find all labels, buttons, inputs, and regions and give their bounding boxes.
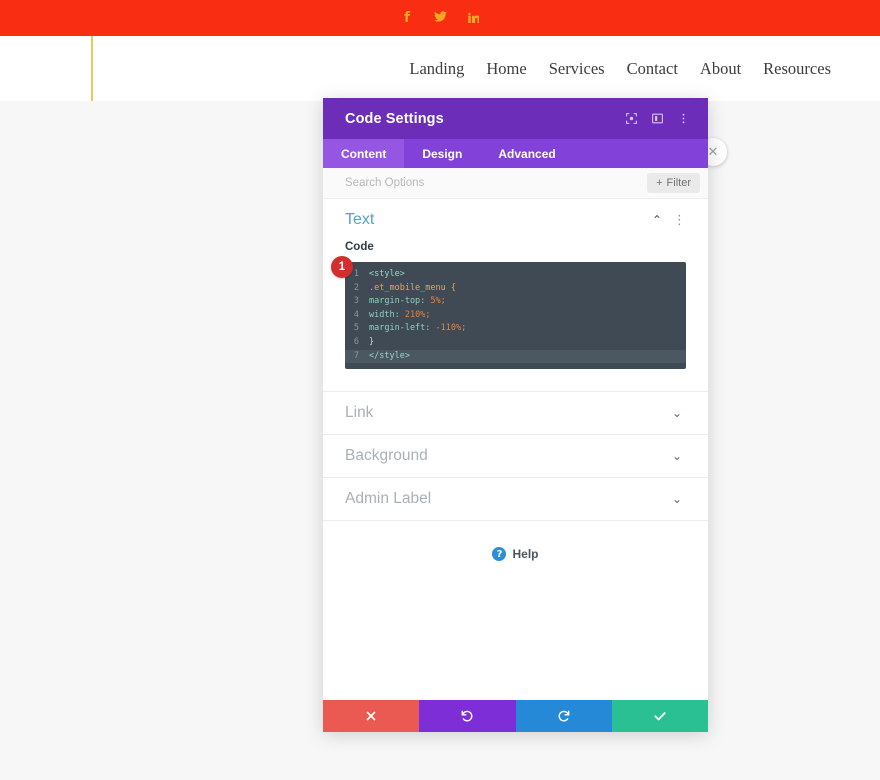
code-line-text: width: 210%; — [369, 309, 430, 323]
code-line-text: .et_mobile_menu { — [369, 282, 456, 296]
code-line-number: 4 — [345, 309, 369, 323]
nav-item-services[interactable]: Services — [549, 59, 605, 79]
code-line-number: 5 — [345, 322, 369, 336]
code-field-group: Code 1 1<style>2.et_mobile_menu {3margin… — [323, 241, 708, 391]
site-social-bar: f — [0, 0, 880, 36]
code-line[interactable]: 1<style> — [345, 268, 686, 282]
section-header-text[interactable]: Text ⌃ ⋮ — [323, 199, 708, 241]
nav-item-contact[interactable]: Contact — [627, 59, 678, 79]
facebook-icon[interactable]: f — [400, 11, 414, 25]
close-icon: ✕ — [708, 145, 719, 160]
section-header-background[interactable]: Background ⌄ — [323, 435, 708, 477]
twitter-icon[interactable] — [433, 11, 447, 25]
tab-content[interactable]: Content — [323, 139, 404, 168]
help-link[interactable]: ? Help — [323, 521, 708, 561]
close-button[interactable] — [323, 700, 419, 732]
code-line-number: 7 — [345, 350, 369, 364]
header-accent-rule — [91, 36, 93, 101]
modal-footer — [323, 700, 708, 732]
code-line-text: <style> — [369, 268, 405, 282]
split-view-icon[interactable] — [644, 106, 670, 132]
code-line-number: 6 — [345, 336, 369, 350]
code-line[interactable]: 6} — [345, 336, 686, 350]
filter-button[interactable]: + Filter — [647, 173, 700, 193]
section-title-link: Link — [345, 404, 668, 422]
section-header-link[interactable]: Link ⌄ — [323, 392, 708, 434]
chevron-up-icon[interactable]: ⌃ — [648, 214, 666, 226]
code-line[interactable]: 7</style> — [345, 350, 686, 364]
code-line[interactable]: 3margin-top: 5%; — [345, 295, 686, 309]
code-line-text: margin-left: -110%; — [369, 322, 466, 336]
search-input[interactable]: Search Options — [345, 177, 647, 189]
chevron-down-icon[interactable]: ⌄ — [668, 450, 686, 462]
code-line-number: 3 — [345, 295, 369, 309]
tab-design[interactable]: Design — [404, 139, 480, 168]
modal-options-scroll: Text ⌃ ⋮ Code 1 1<style>2.et_mobile_menu… — [323, 199, 708, 700]
nav-item-home[interactable]: Home — [486, 59, 526, 79]
kebab-menu-icon[interactable] — [670, 106, 696, 132]
nav-item-about[interactable]: About — [700, 59, 741, 79]
search-options-bar: Search Options + Filter — [323, 168, 708, 199]
code-line[interactable]: 2.et_mobile_menu { — [345, 282, 686, 296]
section-header-admin-label[interactable]: Admin Label ⌄ — [323, 478, 708, 520]
filter-button-label: Filter — [667, 177, 691, 189]
section-title-background: Background — [345, 447, 668, 465]
section-kebab-icon[interactable]: ⋮ — [666, 214, 686, 227]
plus-icon: + — [656, 177, 662, 189]
modal-titlebar: Code Settings — [323, 98, 708, 139]
section-title-admin-label: Admin Label — [345, 490, 668, 508]
tab-advanced[interactable]: Advanced — [480, 139, 573, 168]
focus-target-icon[interactable] — [618, 106, 644, 132]
status-badge: 1 — [331, 256, 353, 278]
site-navigation: Landing Home Services Contact About Reso… — [409, 59, 880, 79]
help-label: Help — [512, 547, 538, 561]
help-icon: ? — [492, 547, 506, 561]
code-settings-modal: Code Settings Content Design Advanced Se… — [323, 98, 708, 732]
code-line-text: margin-top: 5%; — [369, 295, 446, 309]
code-line-number: 2 — [345, 282, 369, 296]
chevron-down-icon[interactable]: ⌄ — [668, 407, 686, 419]
modal-tab-bar: Content Design Advanced — [323, 139, 708, 168]
redo-button[interactable] — [516, 700, 612, 732]
page-title: Code Settings — [345, 111, 618, 127]
save-button[interactable] — [612, 700, 708, 732]
code-line-text: } — [369, 336, 374, 350]
code-line[interactable]: 4width: 210%; — [345, 309, 686, 323]
linkedin-icon[interactable] — [466, 11, 480, 26]
undo-button[interactable] — [419, 700, 515, 732]
section-title-text: Text — [345, 211, 648, 229]
nav-item-landing[interactable]: Landing — [409, 59, 464, 79]
code-field-label: Code — [345, 241, 686, 262]
code-line-text: </style> — [369, 350, 410, 364]
chevron-down-icon[interactable]: ⌄ — [668, 493, 686, 505]
nav-item-resources[interactable]: Resources — [763, 59, 831, 79]
code-editor[interactable]: 1<style>2.et_mobile_menu {3margin-top: 5… — [345, 262, 686, 369]
site-header: Landing Home Services Contact About Reso… — [0, 36, 880, 101]
code-line[interactable]: 5margin-left: -110%; — [345, 322, 686, 336]
